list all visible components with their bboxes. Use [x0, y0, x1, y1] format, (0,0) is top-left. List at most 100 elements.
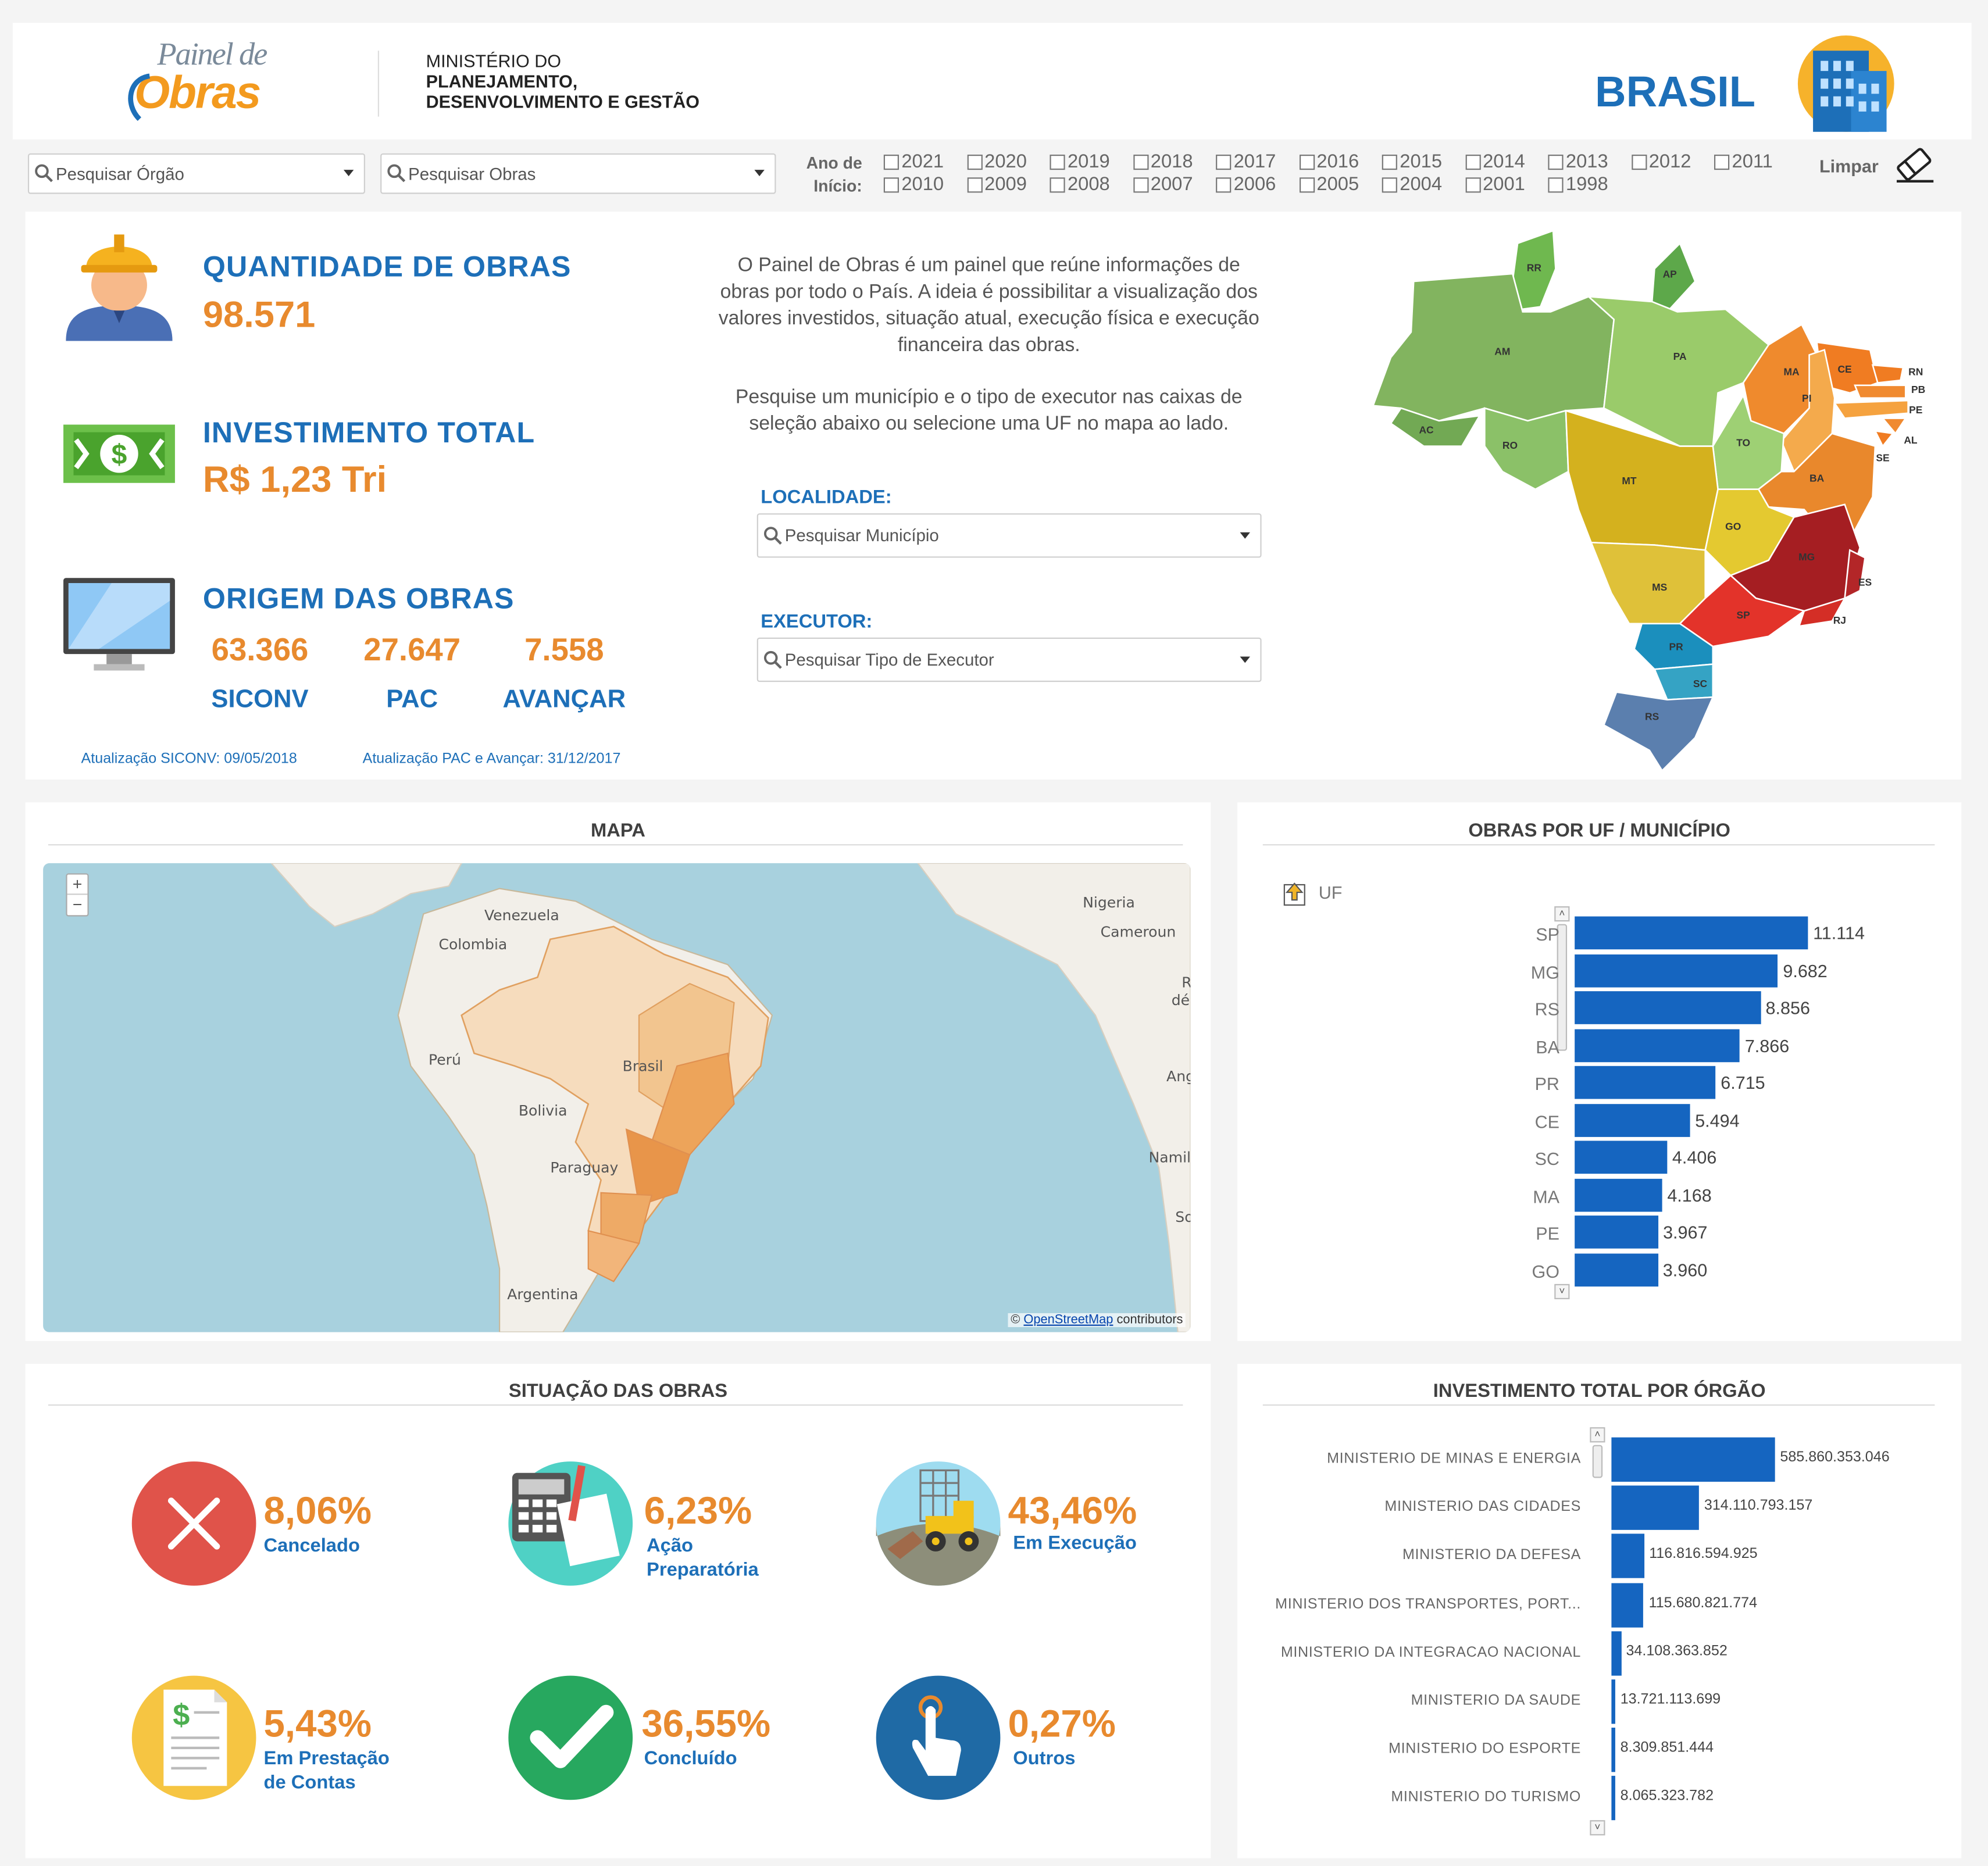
year-checkbox[interactable]: 2018: [1133, 151, 1193, 173]
orgao-category-label: MINISTERIO DOS TRANSPORTES, PORT...: [1275, 1596, 1582, 1612]
zoom-in-button[interactable]: +: [67, 875, 88, 895]
year-checkbox[interactable]: 2013: [1548, 151, 1608, 173]
obras-select[interactable]: Pesquisar Obras: [380, 153, 776, 194]
checkbox-icon[interactable]: [1298, 153, 1315, 170]
checkbox-icon[interactable]: [1298, 177, 1315, 192]
uf-rs[interactable]: [1602, 691, 1714, 772]
uf-am[interactable]: [1372, 273, 1615, 422]
year-checkbox[interactable]: 2008: [1050, 174, 1110, 195]
scroll-down-icon[interactable]: ˅: [1554, 1284, 1570, 1299]
checkbox-icon[interactable]: [883, 177, 899, 192]
uf-code-label: PR: [1669, 641, 1683, 653]
year-checkbox[interactable]: 2020: [966, 151, 1027, 173]
uf-pb[interactable]: [1854, 384, 1907, 399]
scroll-down-icon[interactable]: ˅: [1590, 1820, 1605, 1836]
map-label: So: [1175, 1207, 1190, 1226]
year-checkbox[interactable]: 2017: [1216, 151, 1276, 173]
checkbox-icon[interactable]: [1548, 177, 1564, 192]
mapa-title: MAPA: [591, 820, 645, 842]
uf-bar[interactable]: [1575, 1028, 1740, 1062]
year-checkbox[interactable]: 2010: [883, 174, 944, 195]
orgao-bar[interactable]: [1611, 1776, 1615, 1821]
checkbox-icon[interactable]: [1548, 153, 1564, 170]
year-checkbox[interactable]: 2007: [1133, 174, 1193, 195]
executor-select[interactable]: Pesquisar Tipo de Executor: [756, 637, 1262, 682]
checkbox-icon[interactable]: [1050, 177, 1065, 192]
checkbox-icon[interactable]: [1631, 153, 1647, 170]
year-checkbox[interactable]: 2005: [1298, 174, 1359, 195]
uf-ms[interactable]: [1590, 541, 1707, 625]
orgao-bar[interactable]: [1611, 1437, 1775, 1482]
year-label: 1998: [1565, 173, 1608, 195]
checkbox-icon[interactable]: [1465, 177, 1480, 192]
year-checkbox[interactable]: 2001: [1465, 174, 1525, 195]
municipio-select[interactable]: Pesquisar Município: [756, 513, 1262, 558]
year-label: 2006: [1233, 173, 1276, 195]
checkbox-icon[interactable]: [1133, 153, 1148, 170]
checkbox-icon[interactable]: [1216, 177, 1232, 192]
origem-pac-label: PAC: [386, 685, 438, 714]
uf-bar[interactable]: [1575, 953, 1778, 987]
uf-bar[interactable]: [1575, 1141, 1668, 1174]
orgao-bar[interactable]: [1611, 1485, 1700, 1531]
scroll-up-icon[interactable]: ˄: [1554, 906, 1570, 922]
zoom-out-button[interactable]: −: [67, 895, 88, 915]
uf-bar[interactable]: [1575, 916, 1808, 950]
uf-value-label: 4.168: [1667, 1184, 1712, 1205]
eraser-icon[interactable]: [1891, 145, 1937, 185]
drill-up-icon[interactable]: [1283, 881, 1309, 906]
uf-rn[interactable]: [1871, 364, 1904, 384]
year-checkbox[interactable]: 1998: [1548, 174, 1608, 195]
orgao-category-label: MINISTERIO DAS CIDADES: [1384, 1499, 1582, 1515]
logo[interactable]: Painel de Obras: [122, 30, 299, 131]
year-checkbox[interactable]: 2016: [1298, 151, 1359, 173]
uf-bar[interactable]: [1575, 1178, 1662, 1211]
uf-bar[interactable]: [1575, 1066, 1716, 1099]
execucao-label: Em Execução: [1013, 1531, 1137, 1555]
brazil-uf-map[interactable]: RR AP AM PA MA CE RN PB PE AL SE PI AC RO TO MT BA GO MG ES…: [1363, 218, 1946, 775]
uf-bar[interactable]: [1575, 1253, 1658, 1286]
checkbox-icon[interactable]: [1133, 177, 1148, 192]
uf-se[interactable]: [1873, 430, 1894, 448]
year-checkbox[interactable]: 2014: [1465, 151, 1525, 173]
checkbox-icon[interactable]: [1465, 153, 1480, 170]
orgao-select[interactable]: Pesquisar Órgão: [27, 153, 365, 194]
scroll-thumb[interactable]: [1592, 1445, 1603, 1478]
checkbox-icon[interactable]: [1382, 153, 1397, 170]
checkbox-icon[interactable]: [1216, 153, 1232, 170]
orgao-bar[interactable]: [1611, 1631, 1621, 1676]
label-line: Em Prestação: [263, 1747, 390, 1770]
scroll-up-icon[interactable]: ˄: [1590, 1427, 1605, 1443]
orgao-scrollbar[interactable]: ˄ ˅: [1590, 1427, 1605, 1836]
checkbox-icon[interactable]: [1050, 153, 1065, 170]
checkbox-icon[interactable]: [1382, 177, 1397, 192]
map-label: Bolivia: [518, 1101, 568, 1120]
map-viewport[interactable]: + − Venezuela Colombia Nigeria Cameroun …: [43, 863, 1191, 1332]
uf-ro[interactable]: [1484, 407, 1569, 491]
orgao-bar[interactable]: [1611, 1582, 1644, 1627]
ministry-line1: MINISTÉRIO DO: [426, 51, 561, 72]
uf-pe[interactable]: [1833, 399, 1909, 419]
uf-bar[interactable]: [1575, 1103, 1690, 1136]
orgao-bar[interactable]: [1611, 1728, 1615, 1772]
year-checkbox[interactable]: 2021: [883, 151, 944, 173]
year-checkbox[interactable]: 2012: [1631, 151, 1691, 173]
osm-link[interactable]: OpenStreetMap: [1023, 1313, 1113, 1327]
year-checkbox[interactable]: 2004: [1382, 174, 1442, 195]
year-checkbox[interactable]: 2015: [1382, 151, 1442, 173]
uf-bar[interactable]: [1575, 1216, 1658, 1249]
checkbox-icon[interactable]: [883, 153, 899, 170]
checkbox-icon[interactable]: [966, 153, 982, 170]
orgao-category-label: MINISTERIO DO ESPORTE: [1389, 1742, 1582, 1757]
orgao-bar[interactable]: [1611, 1679, 1615, 1724]
year-checkbox[interactable]: 2011: [1714, 151, 1773, 173]
year-checkbox[interactable]: 2009: [966, 174, 1027, 195]
uf-al[interactable]: [1881, 417, 1907, 435]
clear-label[interactable]: Limpar: [1819, 156, 1879, 176]
orgao-bar[interactable]: [1611, 1534, 1644, 1579]
checkbox-icon[interactable]: [966, 177, 982, 192]
checkbox-icon[interactable]: [1714, 153, 1730, 170]
year-checkbox[interactable]: 2006: [1216, 174, 1276, 195]
year-checkbox[interactable]: 2019: [1050, 151, 1110, 173]
uf-bar[interactable]: [1575, 991, 1761, 1024]
